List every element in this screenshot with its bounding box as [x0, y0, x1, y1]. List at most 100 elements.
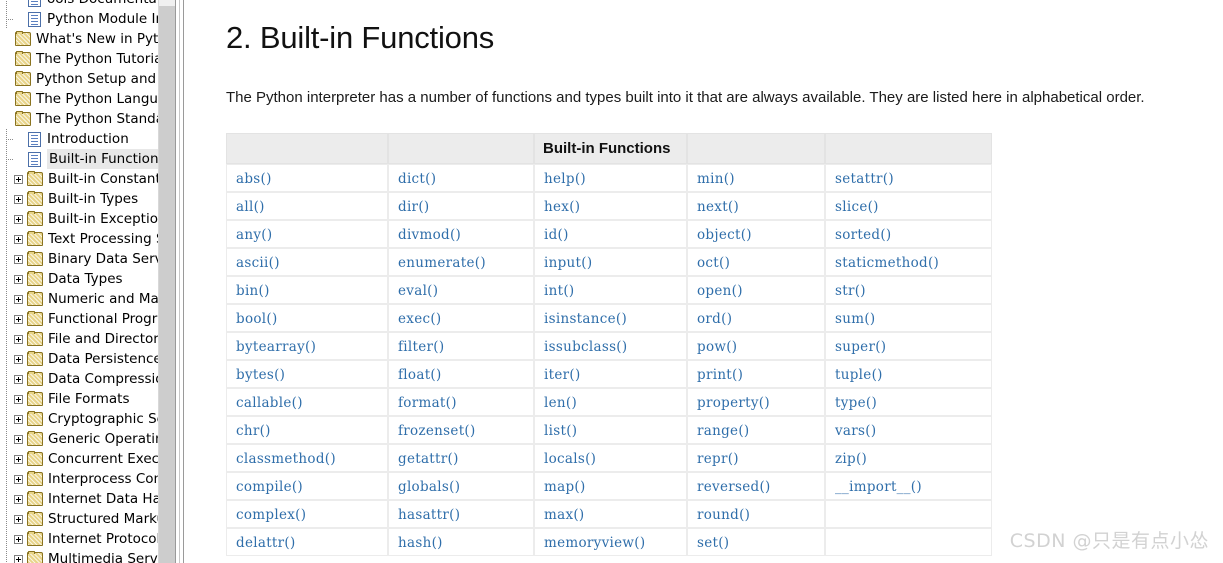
function-link[interactable]: isinstance() [544, 311, 627, 327]
expand-plus-icon[interactable] [14, 454, 23, 464]
sidebar-item-the-python-language-re[interactable]: The Python Language Re [0, 89, 158, 109]
tree-scrollbar-thumb[interactable] [159, 6, 175, 563]
function-link[interactable]: delattr() [236, 535, 296, 551]
sidebar-item-numeric-and-mathem[interactable]: Numeric and Mathem [0, 289, 158, 309]
function-link[interactable]: super() [835, 339, 886, 355]
expand-plus-icon[interactable] [14, 554, 23, 563]
function-link[interactable]: compile() [236, 479, 303, 495]
function-link[interactable]: pow() [697, 339, 737, 355]
function-link[interactable]: input() [544, 255, 592, 271]
expand-plus-icon[interactable] [14, 374, 23, 384]
sidebar-item-built-in-functions[interactable]: Built-in Functions [0, 149, 158, 169]
function-link[interactable]: min() [697, 171, 735, 187]
function-link[interactable]: issubclass() [544, 339, 627, 355]
function-link[interactable]: ascii() [236, 255, 280, 271]
function-link[interactable]: repr() [697, 451, 739, 467]
function-link[interactable]: open() [697, 283, 743, 299]
function-link[interactable]: bytearray() [236, 339, 316, 355]
function-link[interactable]: globals() [398, 479, 460, 495]
sidebar-item-built-in-types[interactable]: Built-in Types [0, 189, 158, 209]
function-link[interactable]: float() [398, 367, 442, 383]
sidebar-item-concurrent-execution[interactable]: Concurrent Execution [0, 449, 158, 469]
expand-plus-icon[interactable] [14, 274, 23, 284]
expand-plus-icon[interactable] [14, 514, 23, 524]
function-link[interactable]: tuple() [835, 367, 883, 383]
function-link[interactable]: format() [398, 395, 457, 411]
sidebar-item-internet-data-handli[interactable]: Internet Data Handli [0, 489, 158, 509]
function-link[interactable]: ord() [697, 311, 732, 327]
expand-plus-icon[interactable] [14, 534, 23, 544]
function-link[interactable]: any() [236, 227, 272, 243]
sidebar-item-python-module-index[interactable]: Python Module Index [0, 9, 158, 29]
function-link[interactable]: enumerate() [398, 255, 486, 271]
function-link[interactable]: str() [835, 283, 866, 299]
function-link[interactable]: bool() [236, 311, 278, 327]
sidebar-item-built-in-exceptions[interactable]: Built-in Exceptions [0, 209, 158, 229]
function-link[interactable]: range() [697, 423, 749, 439]
function-link[interactable]: len() [544, 395, 577, 411]
tree-vertical-scrollbar[interactable] [158, 0, 175, 563]
function-link[interactable]: memoryview() [544, 535, 645, 551]
function-link[interactable]: iter() [544, 367, 581, 383]
expand-plus-icon[interactable] [14, 294, 23, 304]
function-link[interactable]: slice() [835, 199, 879, 215]
function-link[interactable]: divmod() [398, 227, 461, 243]
function-link[interactable]: property() [697, 395, 770, 411]
sidebar-item-internet-protocols-ar[interactable]: Internet Protocols ar [0, 529, 158, 549]
function-link[interactable]: filter() [398, 339, 444, 355]
function-link[interactable]: sorted() [835, 227, 892, 243]
expand-plus-icon[interactable] [14, 254, 23, 264]
function-link[interactable]: frozenset() [398, 423, 476, 439]
pane-splitter[interactable] [175, 0, 184, 563]
function-link[interactable]: dict() [398, 171, 436, 187]
sidebar-item-data-persistence[interactable]: Data Persistence [0, 349, 158, 369]
function-link[interactable]: all() [236, 199, 265, 215]
expand-plus-icon[interactable] [14, 394, 23, 404]
expand-plus-icon[interactable] [14, 334, 23, 344]
function-link[interactable]: hash() [398, 535, 443, 551]
sidebar-item-text-processing-serv[interactable]: Text Processing Serv [0, 229, 158, 249]
function-link[interactable]: classmethod() [236, 451, 336, 467]
sidebar-item-introduction[interactable]: Introduction [0, 129, 158, 149]
sidebar-item-structured-markup-p[interactable]: Structured Markup P [0, 509, 158, 529]
expand-plus-icon[interactable] [14, 314, 23, 324]
expand-plus-icon[interactable] [14, 234, 23, 244]
function-link[interactable]: locals() [544, 451, 596, 467]
function-link[interactable]: staticmethod() [835, 255, 939, 271]
expand-plus-icon[interactable] [14, 494, 23, 504]
sidebar-item-python-setup-and-usage[interactable]: Python Setup and Usage [0, 69, 158, 89]
expand-plus-icon[interactable] [14, 354, 23, 364]
sidebar-item-ools-documentation[interactable]: ools Documentation [0, 0, 158, 9]
function-link[interactable]: callable() [236, 395, 303, 411]
function-link[interactable]: max() [544, 507, 585, 523]
function-link[interactable]: oct() [697, 255, 730, 271]
sidebar-item-the-python-standard-lib[interactable]: The Python Standard Lib [0, 109, 158, 129]
function-link[interactable]: chr() [236, 423, 271, 439]
function-link[interactable]: map() [544, 479, 586, 495]
sidebar-item-data-compression-a[interactable]: Data Compression a [0, 369, 158, 389]
expand-plus-icon[interactable] [14, 474, 23, 484]
expand-plus-icon[interactable] [14, 434, 23, 444]
function-link[interactable]: int() [544, 283, 574, 299]
function-link[interactable]: bytes() [236, 367, 285, 383]
function-link[interactable]: hasattr() [398, 507, 460, 523]
function-link[interactable]: reversed() [697, 479, 771, 495]
function-link[interactable]: list() [544, 423, 577, 439]
function-link[interactable]: type() [835, 395, 877, 411]
expand-plus-icon[interactable] [14, 414, 23, 424]
sidebar-item-built-in-constants[interactable]: Built-in Constants [0, 169, 158, 189]
sidebar-item-file-and-directory-ac[interactable]: File and Directory Ac [0, 329, 158, 349]
function-link[interactable]: __import__() [835, 479, 922, 495]
sidebar-item-generic-operating-s[interactable]: Generic Operating S [0, 429, 158, 449]
function-link[interactable]: object() [697, 227, 752, 243]
function-link[interactable]: eval() [398, 283, 438, 299]
expand-plus-icon[interactable] [14, 174, 23, 184]
function-link[interactable]: exec() [398, 311, 442, 327]
function-link[interactable]: bin() [236, 283, 270, 299]
function-link[interactable]: id() [544, 227, 569, 243]
sidebar-item-interprocess-commu[interactable]: Interprocess Commu [0, 469, 158, 489]
sidebar-item-binary-data-services[interactable]: Binary Data Services [0, 249, 158, 269]
function-link[interactable]: abs() [236, 171, 272, 187]
function-link[interactable]: round() [697, 507, 750, 523]
sidebar-item-what-s-new-in-python[interactable]: What's New in Python [0, 29, 158, 49]
